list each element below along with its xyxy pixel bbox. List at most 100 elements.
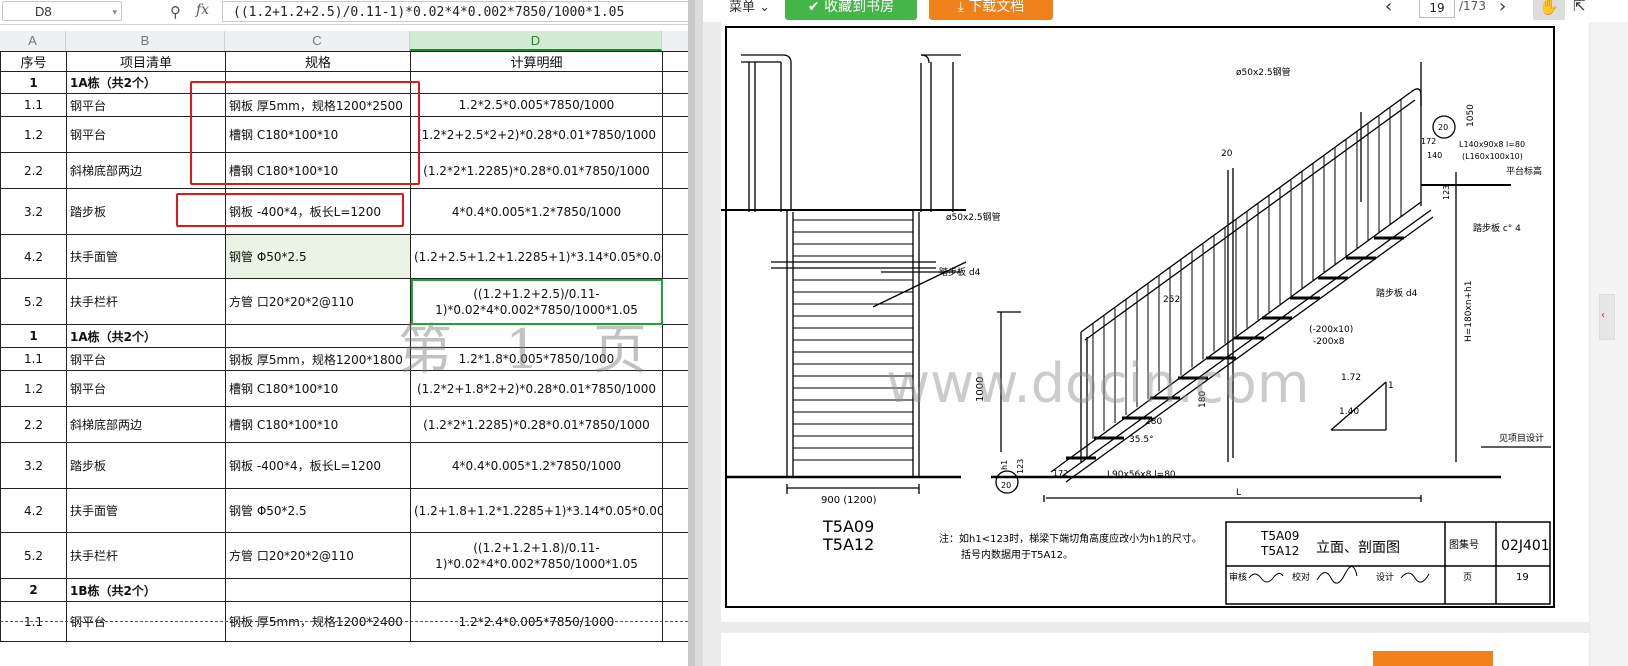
cell-item[interactable]: 扶手栏杆 [66,278,226,325]
empty-cell[interactable] [662,324,689,348]
cell-spec[interactable]: 槽钢 C180*100*10 [225,370,411,407]
menu-button[interactable]: 菜单 ⌄ [729,0,770,16]
stair-drawing: ø50x2.5钢管 踏步板 d4 900 (1200) ø50x2.5钢管 20… [721,26,1555,608]
label-d123a: 123 [1442,185,1451,200]
cell-no[interactable]: 4.2 [0,488,67,533]
column-header-c[interactable]: C [225,31,410,51]
cursor-tool-icon[interactable]: ⇱ [1573,0,1586,15]
cell-calc[interactable] [410,324,663,348]
cell-calc[interactable]: ((1.2+1.2+2.5)/0.11-1)*0.02*4*0.002*7850… [410,278,663,325]
chevron-down-icon[interactable]: ▾ [112,2,117,22]
cell-calc[interactable] [410,71,663,94]
label-d172b: 172 [1053,469,1068,478]
highlight-box-spec [190,81,420,185]
cell-calc[interactable]: 1.2*2.5*0.005*7850/1000 [410,93,663,117]
cell-spec[interactable]: 方管 口20*20*2@110 [225,278,411,325]
page-number-input[interactable]: 19 [1419,0,1455,18]
empty-cell[interactable] [662,188,689,235]
cell-calc[interactable]: (1.2*2+2.5*2+2)*0.28*0.01*7850/1000 [410,116,663,153]
cell-item[interactable]: 1A栋（共2个） [66,324,226,348]
empty-cell[interactable] [662,93,689,117]
cell-calc[interactable]: ((1.2+1.2+1.8)/0.11-1)*0.02*4*0.002*7850… [410,532,663,579]
cell-calc[interactable]: 4*0.4*0.005*1.2*7850/1000 [410,188,663,235]
orange-banner[interactable] [1373,651,1493,666]
name-box[interactable]: D8 ▾ [2,1,122,21]
sheet-scroll-edge[interactable] [688,0,695,666]
cell-item[interactable]: 钢平台 [66,347,226,371]
cell-no[interactable]: 1 [0,324,67,348]
prev-page-icon[interactable]: ‹ [1385,0,1392,17]
cell-calc[interactable] [410,578,663,602]
empty-cell[interactable] [662,442,689,489]
empty-cell[interactable] [662,532,689,579]
cell-no[interactable]: 1.2 [0,116,67,153]
next-page-icon[interactable]: › [1499,0,1506,17]
cell-calc[interactable]: (1.2*2*1.2285)*0.28*0.01*7850/1000 [410,152,663,189]
label-angle2: (L160x100x10) [1462,152,1523,161]
cell-no[interactable]: 1 [0,71,67,94]
chevron-left-icon[interactable]: ‹ [1601,310,1605,321]
cell-no[interactable]: 2.2 [0,406,67,443]
empty-cell[interactable] [662,234,689,279]
empty-cell[interactable] [662,278,689,325]
cell-no[interactable]: 5.2 [0,532,67,579]
cell-item[interactable]: 1B栋（共2个） [66,578,226,602]
cell-no[interactable]: 1.1 [0,93,67,117]
cell-no[interactable]: 3.2 [0,188,67,235]
cell-spec[interactable]: 槽钢 C180*100*10 [225,406,411,443]
cell-no[interactable]: 2 [0,578,67,602]
cell-calc[interactable]: 1.2*1.8*0.005*7850/1000 [410,347,663,371]
cell-calc[interactable]: (1.2+1.8+1.2*1.2285+1)*3.14*0.05*0.0025*… [410,488,663,533]
cell-no[interactable]: 1.1 [0,347,67,371]
empty-cell[interactable] [662,116,689,153]
cell-spec[interactable]: 钢板 厚5mm，规格1200*1800 [225,347,411,371]
favorite-button[interactable]: ✔ 收藏到书房 [785,0,917,20]
cell-no[interactable]: 4.2 [0,234,67,279]
column-header-a[interactable]: A [0,31,66,51]
formula-bar: D8 ▾ ⚲ fx ((1.2+1.2+2.5)/0.11-1)*0.02*4*… [0,0,695,25]
column-title[interactable]: 序号 [0,51,67,72]
cell-spec[interactable] [225,578,411,602]
zoom-search-icon[interactable]: ⚲ [170,3,181,21]
column-header-b[interactable]: B [66,31,225,51]
table-row: 5.2 扶手栏杆 方管 口20*20*2@110 ((1.2+1.2+1.8)/0.1… [0,532,689,579]
column-header-d[interactable]: D [410,31,662,51]
empty-cell[interactable] [662,347,689,371]
formula-input[interactable]: ((1.2+1.2+2.5)/0.11-1)*0.02*4*0.002*7850… [222,1,692,22]
cell-spec[interactable]: 钢板 -400*4，板长L=1200 [225,442,411,489]
cell-spec[interactable]: 方管 口20*20*2@110 [225,532,411,579]
column-title[interactable]: 规格 [225,51,411,72]
cell-calc[interactable]: (1.2+2.5+1.2+1.2285+1)*3.14*0.05*0.0025*… [410,234,663,279]
cell-item[interactable]: 扶手面管 [66,234,226,279]
fx-icon[interactable]: fx [196,2,209,18]
cell-item[interactable]: 斜梯底部两边 [66,406,226,443]
cell-spec[interactable] [225,324,411,348]
viewer-scrollbar[interactable]: ‹ [1591,22,1628,666]
cell-no[interactable]: 5.2 [0,278,67,325]
empty-cell[interactable] [662,152,689,189]
cell-item[interactable]: 钢平台 [66,370,226,407]
empty-cell[interactable] [662,71,689,94]
cell-item[interactable]: 扶手栏杆 [66,532,226,579]
empty-cell[interactable] [662,370,689,407]
cell-no[interactable]: 3.2 [0,442,67,489]
cell-no[interactable]: 1.2 [0,370,67,407]
empty-cell[interactable] [662,406,689,443]
column-title[interactable]: 计算明细 [410,51,663,72]
cell-calc[interactable]: (1.2*2+1.8*2+2)*0.28*0.01*7850/1000 [410,370,663,407]
cell-item[interactable]: 扶手面管 [66,488,226,533]
hand-tool-icon[interactable]: ✋ [1533,0,1565,20]
cell-item[interactable]: 踏步板 [66,442,226,489]
empty-cell[interactable] [662,51,689,72]
empty-cell[interactable] [662,488,689,533]
cell-calc[interactable]: 4*0.4*0.005*1.2*7850/1000 [410,442,663,489]
empty-cell[interactable] [662,578,689,602]
cell-calc[interactable]: (1.2*2*1.2285)*0.28*0.01*7850/1000 [410,406,663,443]
cell-spec[interactable]: 钢管 Φ50*2.5 [225,488,411,533]
download-button[interactable]: ⤓ 下载文档 [929,0,1053,20]
cell-no[interactable]: 2.2 [0,152,67,189]
column-title[interactable]: 项目清单 [66,51,226,72]
cell-spec[interactable]: 钢管 Φ50*2.5 [225,234,411,279]
label-d172a: 172 [1421,137,1436,146]
atlas-number: 02J401 [1501,538,1550,554]
